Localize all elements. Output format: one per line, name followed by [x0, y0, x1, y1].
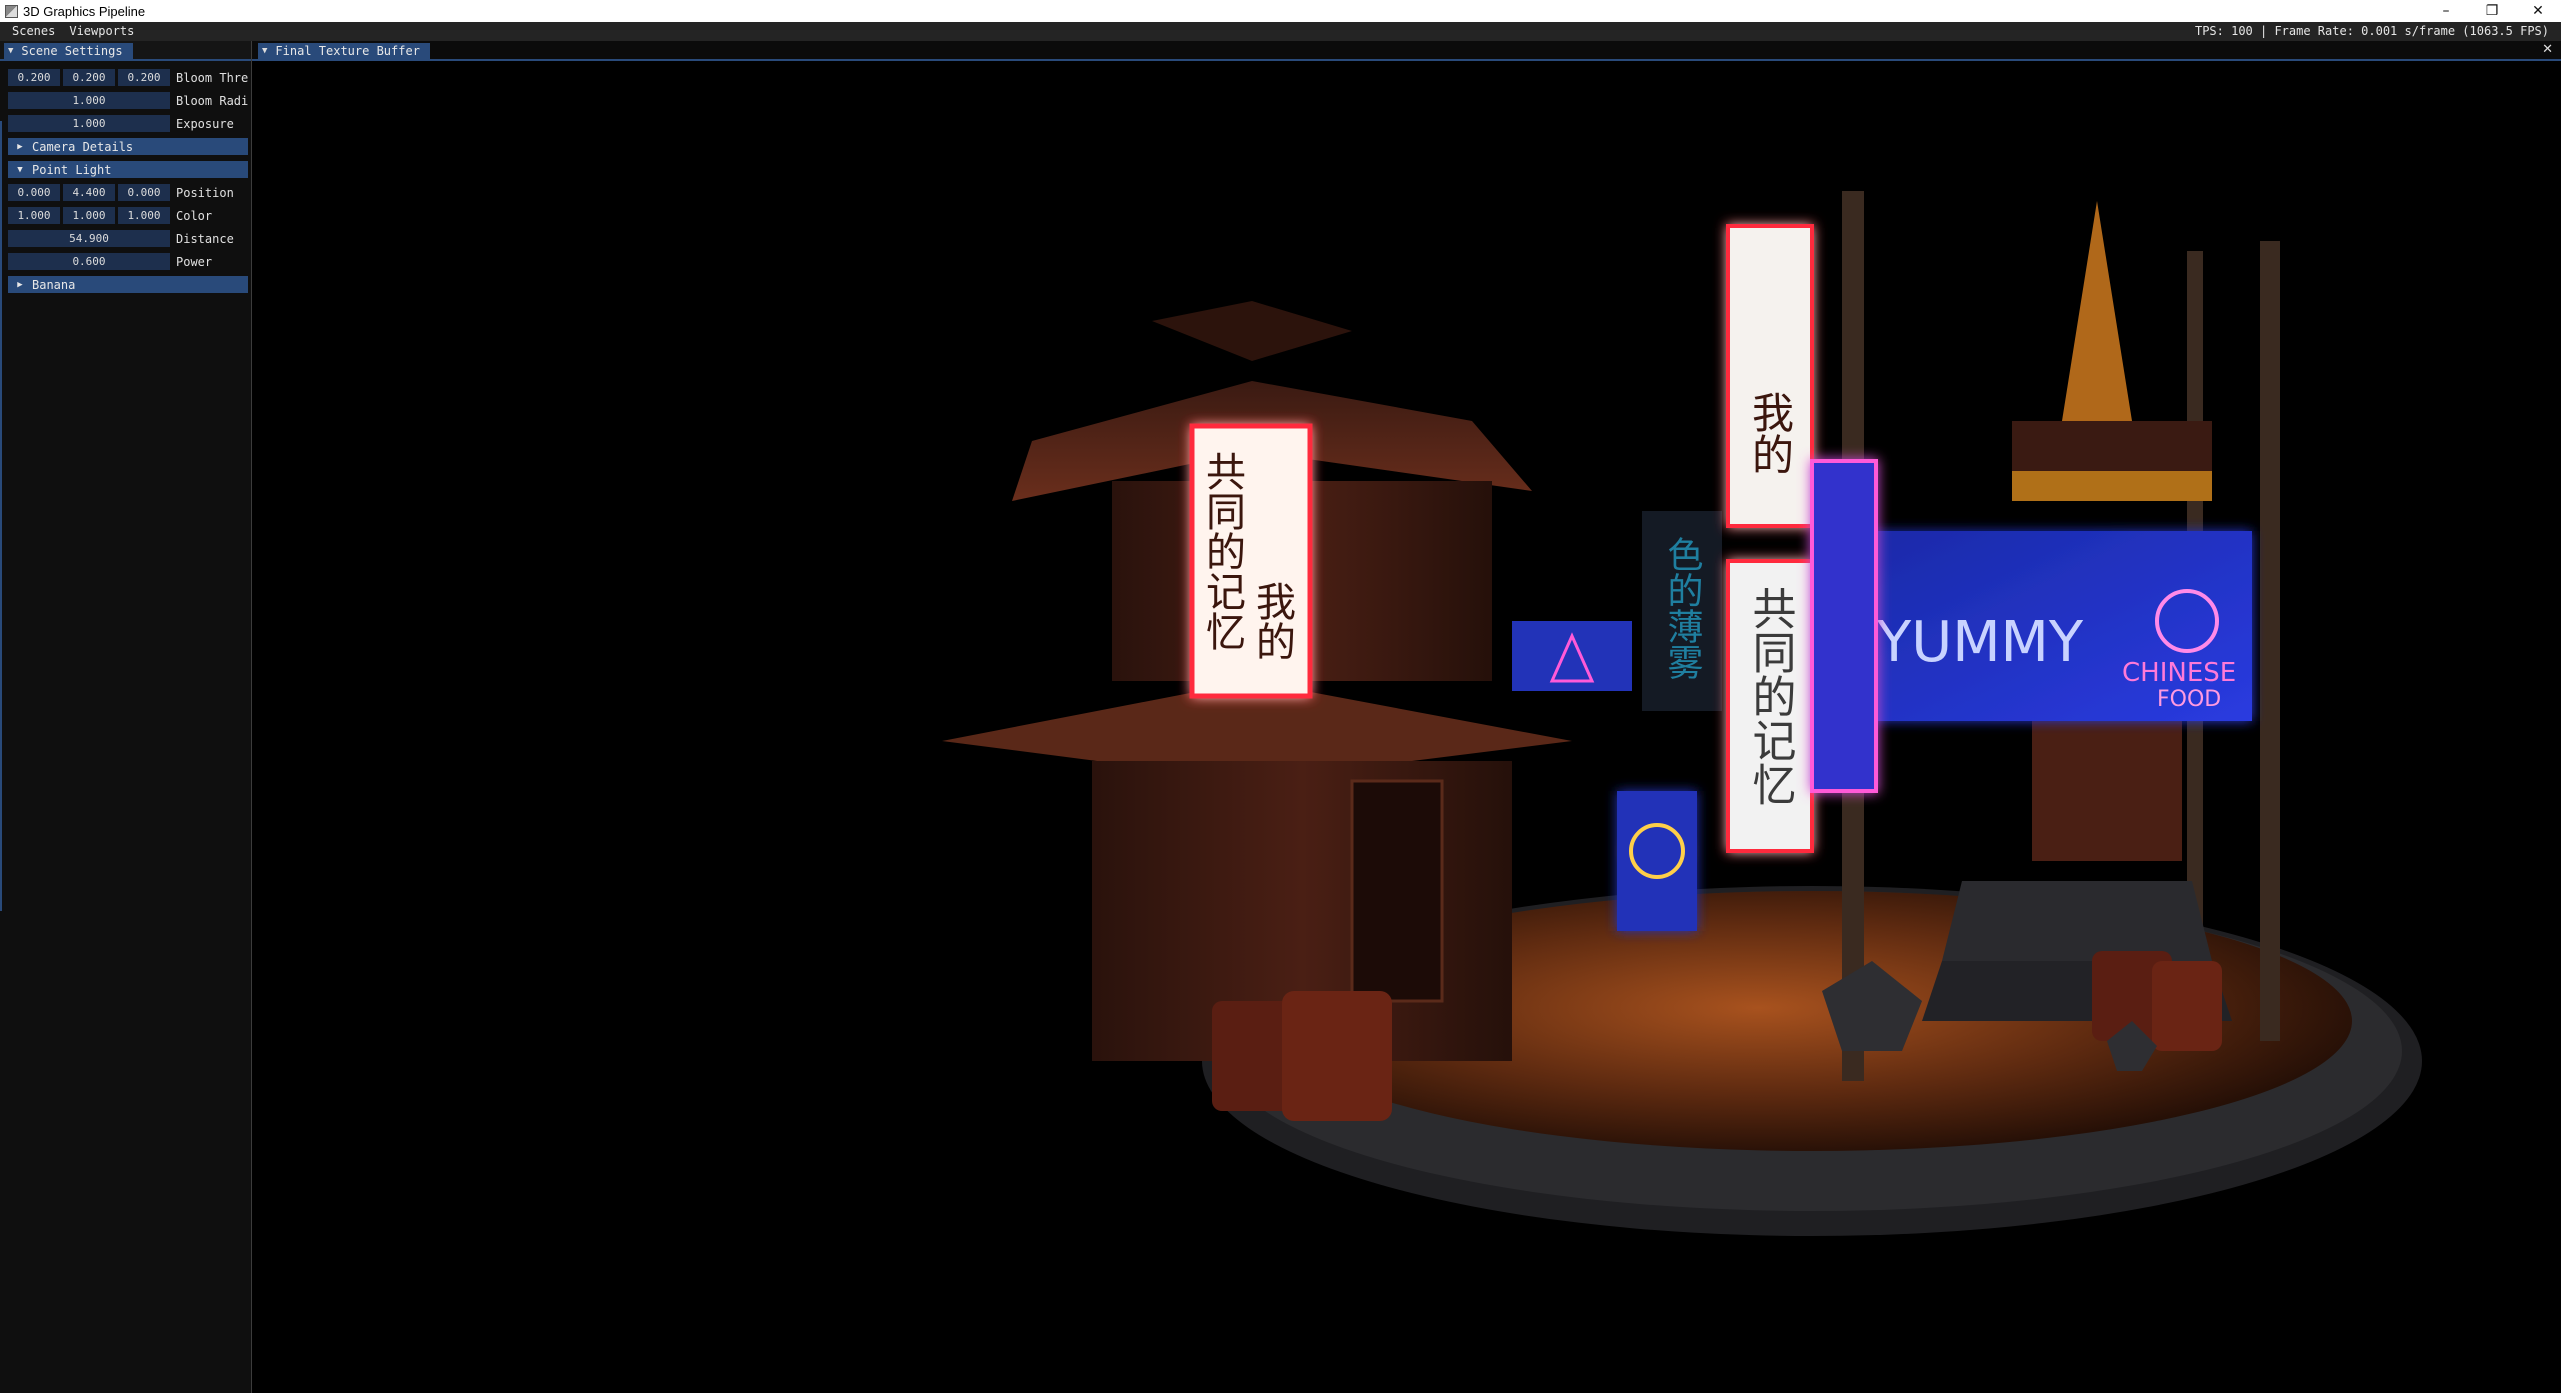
main-menu-bar: Scenes Viewports TPS: 100 | Frame Rate: …	[0, 22, 2561, 41]
bloom-threshold-y-field[interactable]: 0.200	[63, 69, 115, 86]
expand-triangle-icon: ▶	[17, 279, 23, 290]
scene-settings-panel: ▼ Scene Settings 0.200 0.200 0.200 Bloom…	[0, 41, 252, 1393]
close-button[interactable]: ✕	[2515, 0, 2561, 22]
light-distance-field[interactable]: 54.900	[8, 230, 170, 247]
light-color-row: 1.000 1.000 1.000 Color	[8, 207, 248, 224]
yummy-text: YUMMY	[1876, 610, 2084, 675]
neon-banner-center: 共同的记忆	[1726, 559, 1814, 853]
tab-scene-settings-label: Scene Settings	[21, 44, 123, 58]
camera-details-label: Camera Details	[32, 139, 134, 154]
bloom-radius-row: 1.000 Bloom Radius	[8, 92, 248, 109]
rendered-3d-scene[interactable]: 共同的记忆 我的 色的薄雾 我的 共同的记忆 YUMMY CHINESE FOO…	[252, 61, 2561, 1393]
light-position-z-field[interactable]: 0.000	[118, 184, 170, 201]
final-texture-viewport: ▼ Final Texture Buffer ✕ 共同的记忆 我的 色的薄雾 我…	[252, 41, 2561, 1393]
light-color-r-field[interactable]: 1.000	[8, 207, 60, 224]
light-power-field[interactable]: 0.600	[8, 253, 170, 270]
bloom-threshold-x-field[interactable]: 0.200	[8, 69, 60, 86]
light-color-g-field[interactable]: 1.000	[63, 207, 115, 224]
window-titlebar: 3D Graphics Pipeline – ❐ ✕	[0, 0, 2561, 22]
app-icon	[5, 4, 18, 18]
collapse-triangle-icon[interactable]: ▼	[262, 43, 267, 59]
neon-pagoda-sign	[1512, 621, 1632, 691]
light-position-row: 0.000 4.400 0.000 Position	[8, 184, 248, 201]
banana-header[interactable]: ▶ Banana	[8, 276, 248, 293]
light-distance-row: 54.900 Distance	[8, 230, 248, 247]
exposure-field[interactable]: 1.000	[8, 115, 170, 132]
camera-details-header[interactable]: ▶ Camera Details	[8, 138, 248, 155]
tab-scene-settings[interactable]: ▼ Scene Settings	[4, 43, 133, 59]
food-text: FOOD	[2157, 687, 2221, 712]
bloom-threshold-z-field[interactable]: 0.200	[118, 69, 170, 86]
bloom-radius-label: Bloom Radius	[176, 93, 248, 108]
collapse-triangle-icon[interactable]: ▼	[8, 43, 13, 59]
collapse-triangle-icon: ▼	[17, 164, 23, 175]
light-color-b-field[interactable]: 1.000	[118, 207, 170, 224]
dark-signboard: 色的薄雾	[1642, 511, 1722, 711]
restore-button[interactable]: ❐	[2469, 0, 2515, 22]
point-light-header[interactable]: ▼ Point Light	[8, 161, 248, 178]
exposure-label: Exposure	[176, 116, 234, 131]
light-position-x-field[interactable]: 0.000	[8, 184, 60, 201]
pink-vertical-neon	[1810, 459, 1878, 793]
bloom-radius-field[interactable]: 1.000	[8, 92, 170, 109]
neon-banner-top: 我的	[1726, 224, 1814, 528]
minimize-button[interactable]: –	[2423, 0, 2469, 22]
dark-signboard-text: 色的薄雾	[1662, 536, 1703, 680]
fps-stats: TPS: 100 | Frame Rate: 0.001 s/frame (10…	[2194, 24, 2549, 38]
viewport-tabstrip: ▼ Final Texture Buffer ✕	[252, 41, 2561, 61]
point-light-label: Point Light	[32, 162, 112, 177]
light-position-y-field[interactable]: 4.400	[63, 184, 115, 201]
neon-figure-sign	[1617, 791, 1697, 931]
viewport-close-icon[interactable]: ✕	[2542, 42, 2553, 57]
light-distance-label: Distance	[176, 231, 234, 246]
banner-left-text-col1: 共同的记忆	[1199, 451, 1245, 651]
banner-top-text: 我的	[1746, 391, 1795, 475]
chinese-text: CHINESE	[2122, 658, 2236, 688]
yummy-neon-sign: YUMMY CHINESE FOOD	[1862, 531, 2252, 721]
banner-left-text-col2: 我的	[1249, 581, 1295, 661]
bloom-threshold-label: Bloom Threshold	[176, 70, 248, 85]
light-position-label: Position	[176, 185, 234, 200]
banner-center-text: 共同的记忆	[1745, 586, 1796, 806]
tab-final-texture-buffer-label: Final Texture Buffer	[275, 44, 420, 58]
light-color-label: Color	[176, 208, 213, 223]
scene-settings-tabstrip: ▼ Scene Settings	[0, 41, 251, 61]
neon-banner-left: 共同的记忆 我的	[1189, 423, 1313, 699]
expand-triangle-icon: ▶	[17, 141, 23, 152]
panel-resize-edge[interactable]	[0, 121, 2, 911]
menu-scenes[interactable]: Scenes	[0, 22, 62, 41]
menu-viewports[interactable]: Viewports	[62, 22, 141, 41]
banana-label: Banana	[32, 277, 76, 292]
window-title: 3D Graphics Pipeline	[23, 3, 146, 19]
light-power-row: 0.600 Power	[8, 253, 248, 270]
light-power-label: Power	[176, 254, 213, 269]
exposure-row: 1.000 Exposure	[8, 115, 248, 132]
tab-final-texture-buffer[interactable]: ▼ Final Texture Buffer	[258, 43, 430, 59]
bloom-threshold-row: 0.200 0.200 0.200 Bloom Threshold	[8, 69, 248, 86]
